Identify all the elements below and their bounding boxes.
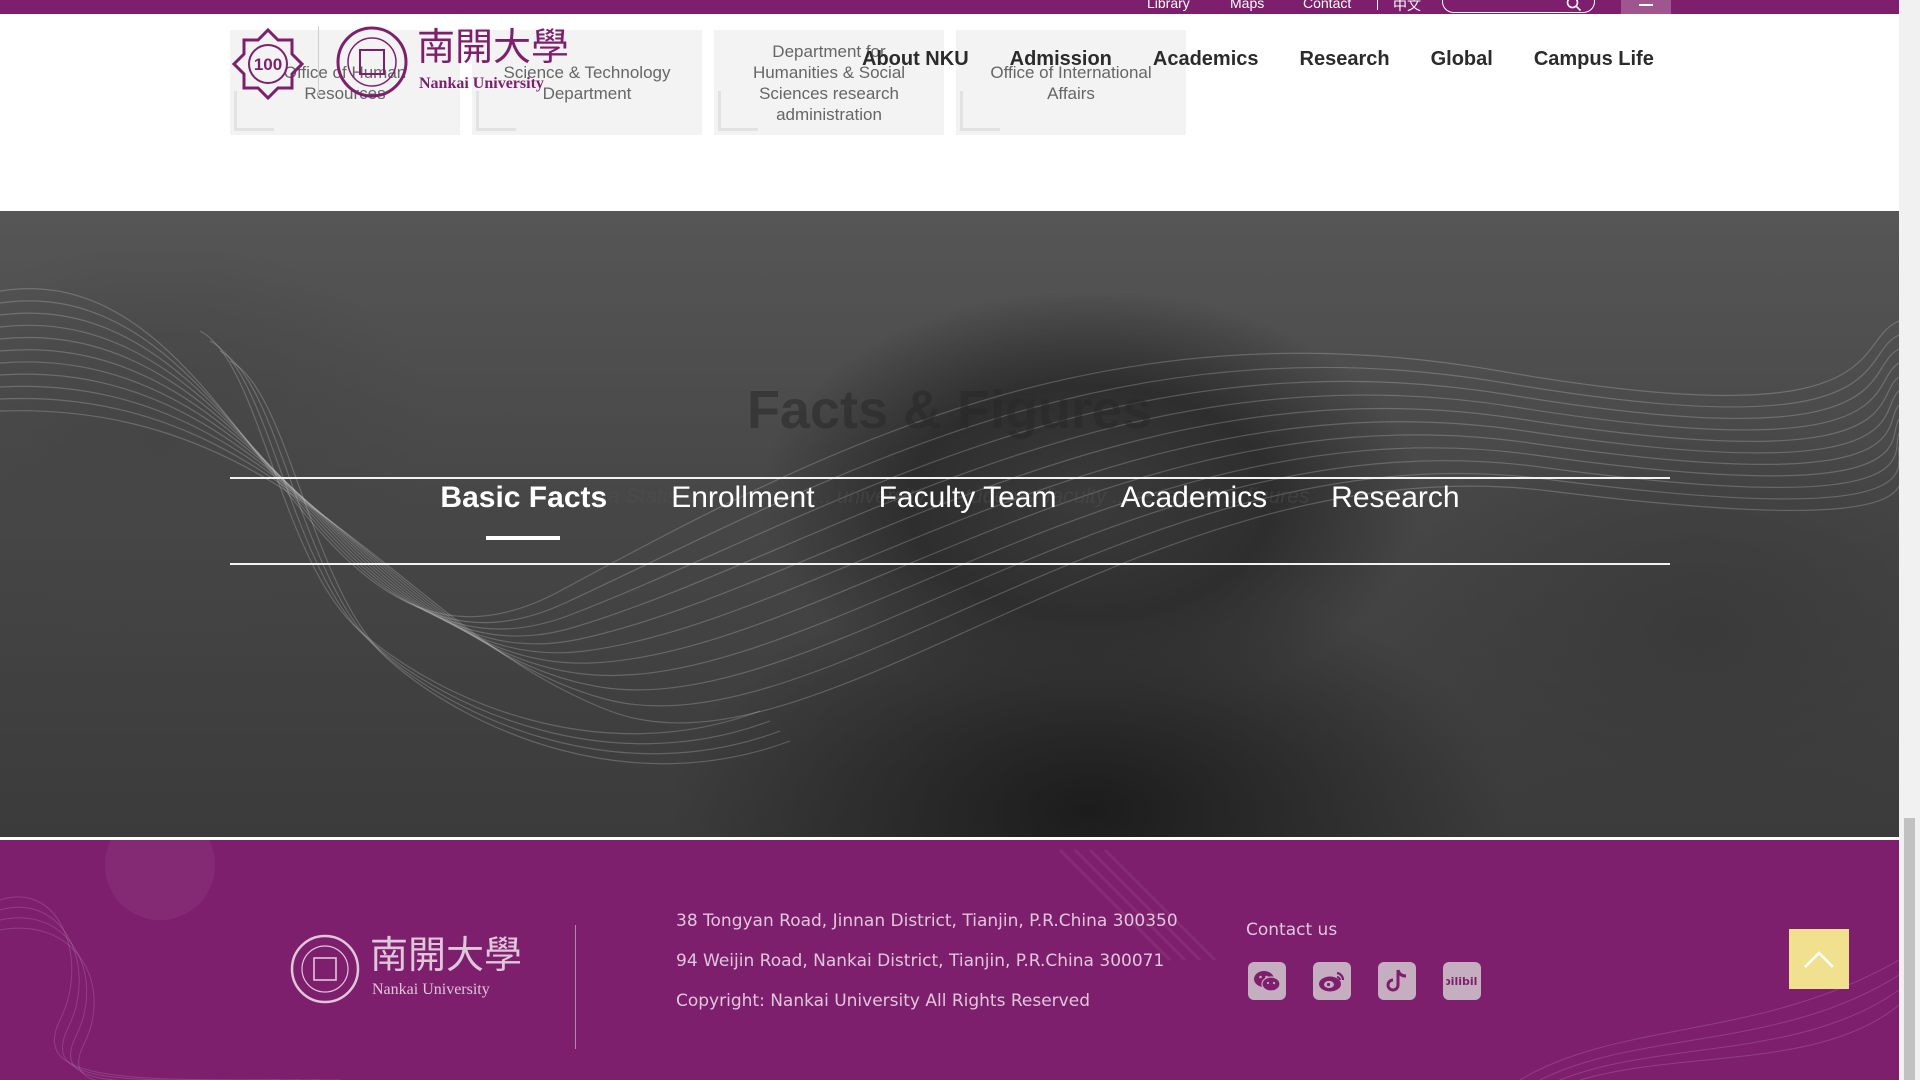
address-line-nankai: 94 Weijin Road, Nankai District, Tianjin…	[676, 951, 1165, 971]
tab-academics[interactable]: Academics	[1120, 481, 1267, 515]
department-card[interactable]: Office of International Affairs	[956, 30, 1186, 135]
section-title: Facts & Figures	[746, 380, 1153, 440]
address-line-jinnan: 38 Tongyan Road, Jinnan District, Tianji…	[676, 911, 1178, 931]
nav-item-about-nku[interactable]: About NKU	[862, 48, 969, 71]
hamburger-icon	[1639, 4, 1653, 6]
bilibili-wordmark: bilibili	[1446, 975, 1478, 988]
site-logo[interactable]: 100 南開大學 Nankai University	[231, 25, 572, 107]
top-utility-bar: Library Maps Contact 中文	[0, 0, 1899, 14]
department-card[interactable]: Department for Humanities & Social Scien…	[714, 30, 944, 135]
tabs-bottom-divider	[230, 563, 1670, 565]
centennial-badge-icon: 100	[231, 27, 305, 101]
bilibili-icon: bilibili	[1446, 975, 1478, 988]
facts-tabs: Basic Facts Enrollment Faculty Team Acad…	[230, 481, 1670, 540]
footer-logo-chinese: 南開大學	[370, 933, 520, 977]
nav-item-global[interactable]: Global	[1431, 48, 1493, 71]
site-footer: 南開大學 Nankai University 38 Tongyan Road, …	[0, 840, 1899, 1080]
nav-item-academics[interactable]: Academics	[1153, 48, 1259, 71]
tabs-top-divider	[230, 477, 1670, 479]
wechat-link[interactable]	[1248, 962, 1286, 1000]
tab-faculty-team[interactable]: Faculty Team	[879, 481, 1057, 515]
weibo-link[interactable]	[1313, 962, 1351, 1000]
footer-seal-icon	[290, 934, 360, 1004]
university-seal-icon	[336, 26, 408, 98]
copyright-text: Copyright: Nankai University All Rights …	[676, 991, 1090, 1011]
tab-basic-facts[interactable]: Basic Facts	[440, 481, 607, 540]
logo-chinese-name: 南開大學	[417, 26, 569, 69]
tiktok-link[interactable]	[1378, 962, 1416, 1000]
tab-enrollment[interactable]: Enrollment	[671, 481, 814, 515]
bilibili-link[interactable]: bilibili	[1443, 962, 1481, 1000]
main-nav: About NKU Admission Academics Research G…	[862, 48, 1695, 71]
nav-item-admission[interactable]: Admission	[1010, 48, 1112, 71]
nav-item-research[interactable]: Research	[1300, 48, 1390, 71]
scrollbar-thumb[interactable]	[1904, 818, 1915, 1080]
wave-lines-decoration	[0, 288, 1899, 765]
back-to-top-button[interactable]	[1789, 929, 1849, 989]
logo-divider	[318, 26, 319, 96]
logo-english-name: Nankai University	[419, 75, 544, 92]
tiktok-icon	[1386, 969, 1407, 992]
search-icon[interactable]	[1566, 0, 1582, 12]
page-scrollbar[interactable]	[1899, 0, 1920, 1080]
footer-logo[interactable]: 南開大學 Nankai University	[290, 932, 522, 1017]
footer-divider	[575, 925, 576, 1049]
facts-figures-section: Facts & Figures ...a Statistical summary…	[0, 211, 1899, 837]
chevron-up-icon	[1804, 951, 1834, 968]
search-input[interactable]	[1442, 0, 1595, 13]
nav-item-campus-life[interactable]: Campus Life	[1534, 48, 1654, 71]
language-switch[interactable]: 中文	[1393, 0, 1421, 14]
tab-research[interactable]: Research	[1331, 481, 1459, 515]
wechat-icon	[1254, 971, 1281, 992]
menu-button[interactable]	[1621, 0, 1671, 14]
link-divider	[1377, 0, 1378, 10]
library-link[interactable]: Library	[1147, 0, 1190, 11]
badge-text: 100	[254, 55, 282, 74]
footer-logo-english: Nankai University	[372, 981, 490, 998]
maps-link[interactable]: Maps	[1230, 0, 1264, 11]
contact-link[interactable]: Contact	[1303, 0, 1351, 11]
contact-us-label: Contact us	[1246, 920, 1338, 940]
weibo-icon	[1319, 971, 1345, 992]
